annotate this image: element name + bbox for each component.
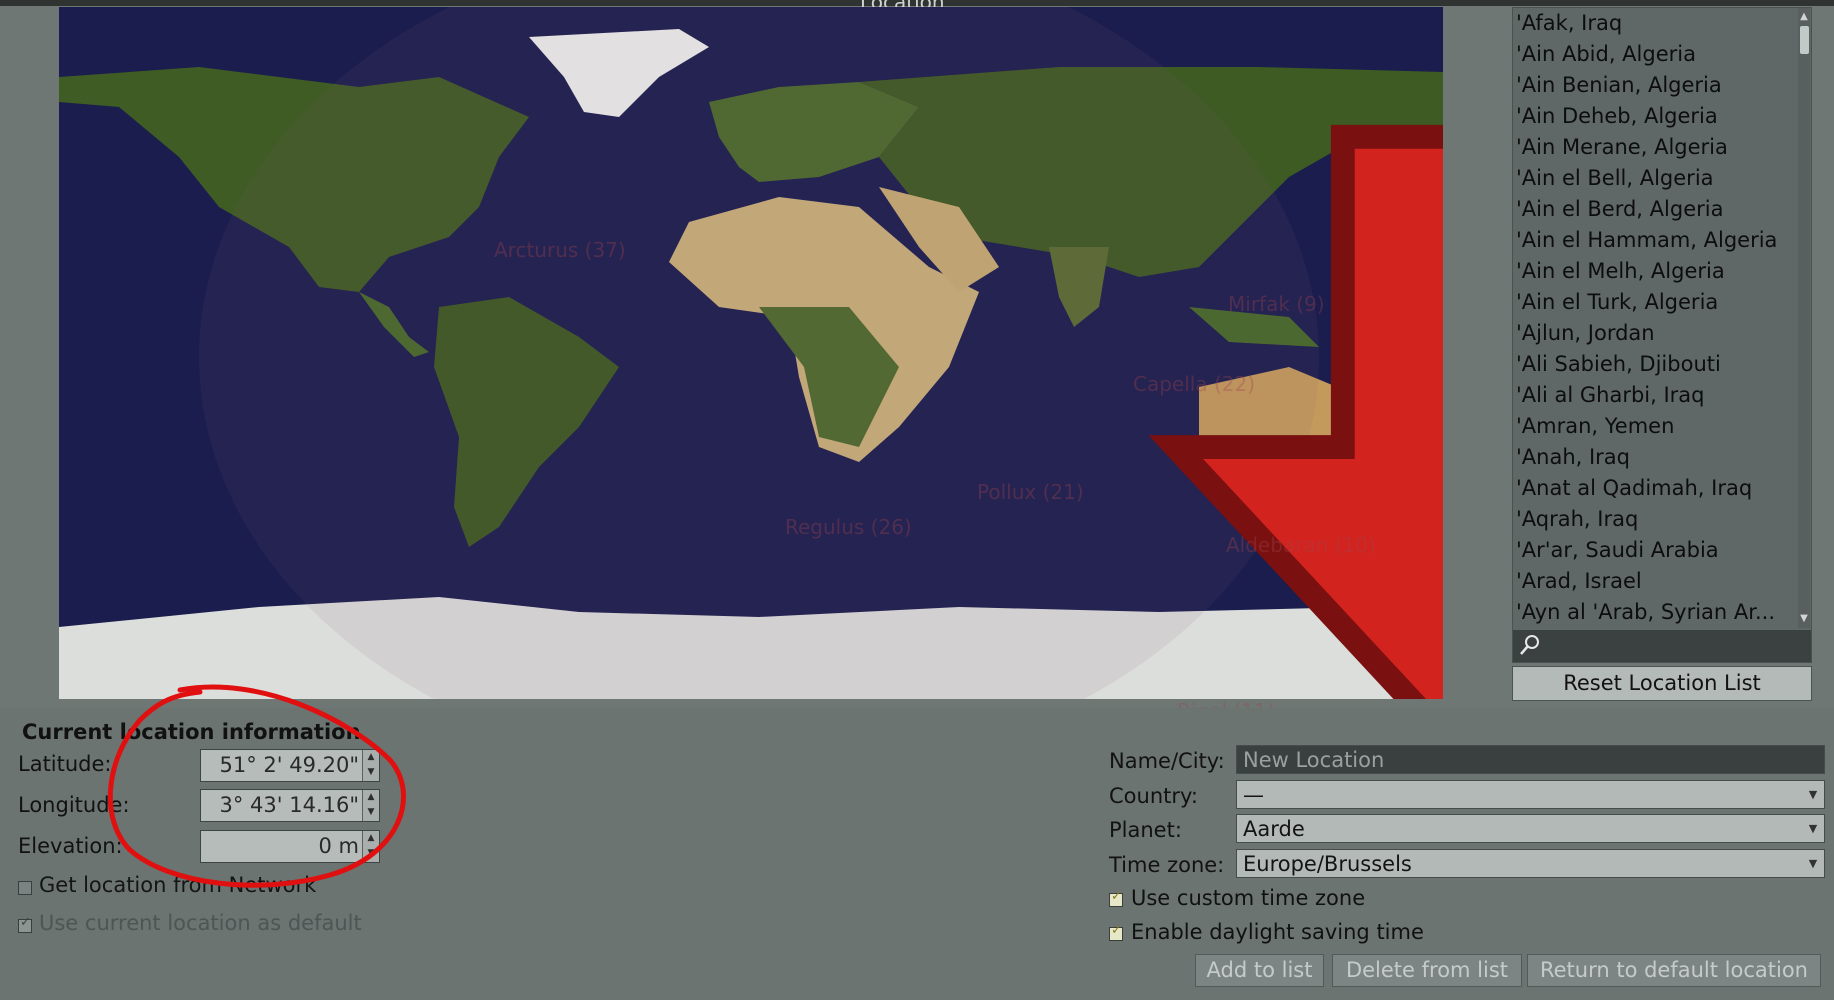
stepper-down-icon[interactable]: ▼ <box>363 846 379 861</box>
list-item[interactable]: 'Ain Merane, Algeria <box>1513 132 1795 163</box>
list-item[interactable]: 'Aqrah, Iraq <box>1513 504 1795 535</box>
stepper-up-icon[interactable]: ▲ <box>363 831 379 846</box>
custom-timezone-label[interactable]: Use custom time zone <box>1131 886 1365 910</box>
location-search-input[interactable] <box>1545 633 1809 661</box>
list-item[interactable]: 'Ali al Gharbi, Iraq <box>1513 380 1795 411</box>
get-location-network-label[interactable]: Get location from Network <box>39 873 316 897</box>
list-item[interactable]: 'Ain el Bell, Algeria <box>1513 163 1795 194</box>
scroll-down-icon[interactable]: ▼ <box>1798 612 1810 626</box>
list-item[interactable]: 'Afak, Iraq <box>1513 8 1795 39</box>
reset-location-list-button[interactable]: Reset Location List <box>1512 666 1812 701</box>
stepper-up-icon[interactable]: ▲ <box>363 750 379 765</box>
chevron-down-icon[interactable]: ▼ <box>1802 850 1824 877</box>
list-item[interactable]: 'Ain Deheb, Algeria <box>1513 101 1795 132</box>
list-item[interactable]: 'Ain Abid, Algeria <box>1513 39 1795 70</box>
scroll-up-icon[interactable]: ▲ <box>1798 10 1810 24</box>
list-item[interactable]: 'Amran, Yemen <box>1513 411 1795 442</box>
daylight-saving-checkbox[interactable]: ✓ <box>1109 923 1123 941</box>
longitude-stepper[interactable]: ▲ ▼ <box>362 790 379 821</box>
country-select[interactable]: — ▼ <box>1236 780 1825 809</box>
stepper-up-icon[interactable]: ▲ <box>363 790 379 805</box>
elevation-stepper[interactable]: ▲ ▼ <box>362 831 379 862</box>
longitude-label: Longitude: <box>18 793 130 817</box>
name-city-field[interactable]: New Location <box>1236 745 1825 774</box>
latitude-label: Latitude: <box>18 752 112 776</box>
planet-label: Planet: <box>1109 818 1182 842</box>
list-item[interactable]: 'Ain el Turk, Algeria <box>1513 287 1795 318</box>
custom-timezone-checkbox[interactable]: ✓ <box>1109 889 1123 907</box>
list-item[interactable]: 'Ali Sabieh, Djibouti <box>1513 349 1795 380</box>
list-item[interactable]: 'Ain el Berd, Algeria <box>1513 194 1795 225</box>
name-city-placeholder[interactable]: New Location <box>1243 748 1384 772</box>
latitude-value[interactable]: 51° 2' 49.20" <box>220 750 359 781</box>
stepper-down-icon[interactable]: ▼ <box>363 765 379 780</box>
location-list-items[interactable]: 'Afak, Iraq 'Ain Abid, Algeria 'Ain Beni… <box>1513 8 1795 628</box>
daylight-saving-label[interactable]: Enable daylight saving time <box>1131 920 1424 944</box>
list-item[interactable]: 'Anah, Iraq <box>1513 442 1795 473</box>
timezone-label: Time zone: <box>1109 853 1225 877</box>
search-icon <box>1520 635 1539 655</box>
chevron-down-icon[interactable]: ▼ <box>1802 815 1824 842</box>
list-item[interactable]: 'Anat al Qadimah, Iraq <box>1513 473 1795 504</box>
longitude-spinbox[interactable]: 3° 43' 14.16" ▲ ▼ <box>200 789 380 822</box>
list-item[interactable]: 'Ain el Hammam, Algeria <box>1513 225 1795 256</box>
planet-select[interactable]: Aarde ▼ <box>1236 814 1825 843</box>
chevron-down-icon[interactable]: ▼ <box>1802 781 1824 808</box>
world-map[interactable] <box>59 7 1443 699</box>
delete-from-list-button[interactable]: Delete from list <box>1332 954 1522 987</box>
country-value[interactable]: — <box>1243 783 1264 807</box>
list-scrollbar[interactable] <box>1798 8 1810 628</box>
list-item[interactable]: 'Ain el Melh, Algeria <box>1513 256 1795 287</box>
timezone-select[interactable]: Europe/Brussels ▼ <box>1236 849 1825 878</box>
list-item[interactable]: 'Ar'ar, Saudi Arabia <box>1513 535 1795 566</box>
country-label: Country: <box>1109 784 1198 808</box>
get-location-network-checkbox[interactable] <box>18 881 32 895</box>
elevation-spinbox[interactable]: 0 m ▲ ▼ <box>200 830 380 863</box>
use-as-default-label[interactable]: Use current location as default <box>39 911 362 935</box>
name-city-label: Name/City: <box>1109 749 1225 773</box>
current-location-heading: Current location information <box>22 720 361 744</box>
list-item[interactable]: 'Ayn al 'Arab, Syrian Ar... <box>1513 597 1795 628</box>
list-item[interactable]: 'Ain Benian, Algeria <box>1513 70 1795 101</box>
location-marker-icon <box>1148 124 1443 699</box>
return-to-default-button[interactable]: Return to default location <box>1527 954 1821 987</box>
latitude-spinbox[interactable]: 51° 2' 49.20" ▲ ▼ <box>200 749 380 782</box>
scrollbar-thumb[interactable] <box>1800 26 1809 54</box>
location-search[interactable] <box>1513 630 1811 662</box>
list-item[interactable]: 'Ajlun, Jordan <box>1513 318 1795 349</box>
longitude-value[interactable]: 3° 43' 14.16" <box>220 790 359 821</box>
list-item[interactable]: 'Arad, Israel <box>1513 566 1795 597</box>
timezone-value[interactable]: Europe/Brussels <box>1243 852 1412 876</box>
latitude-stepper[interactable]: ▲ ▼ <box>362 750 379 781</box>
stepper-down-icon[interactable]: ▼ <box>363 805 379 820</box>
use-as-default-checkbox[interactable]: ✓ <box>18 915 32 933</box>
elevation-value[interactable]: 0 m <box>319 831 360 862</box>
location-list[interactable]: 'Afak, Iraq 'Ain Abid, Algeria 'Ain Beni… <box>1512 7 1812 663</box>
add-to-list-button[interactable]: Add to list <box>1195 954 1324 987</box>
planet-value[interactable]: Aarde <box>1243 817 1305 841</box>
elevation-label: Elevation: <box>18 834 123 858</box>
